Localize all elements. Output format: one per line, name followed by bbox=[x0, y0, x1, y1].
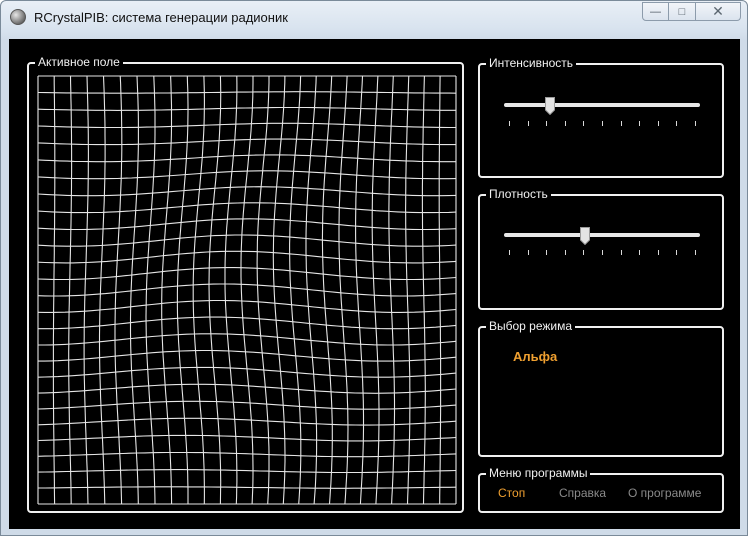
grid-line-vertical bbox=[114, 75, 123, 505]
density-tick bbox=[695, 250, 696, 255]
minimize-icon: — bbox=[650, 5, 661, 18]
density-tick bbox=[621, 250, 622, 255]
density-label: Плотность bbox=[486, 187, 551, 201]
grid-line-horizontal bbox=[37, 186, 457, 197]
grid-line-vertical bbox=[192, 75, 205, 505]
density-tick bbox=[658, 250, 659, 255]
grid-line-horizontal bbox=[37, 122, 456, 129]
grid-line-vertical bbox=[272, 75, 286, 505]
app-window: RCrystalPIB: система генерации радионик … bbox=[0, 0, 748, 536]
mode-group: Выбор режима Альфа bbox=[478, 319, 724, 457]
density-slider-track[interactable] bbox=[504, 233, 700, 237]
window-title: RCrystalPIB: система генерации радионик bbox=[34, 10, 288, 25]
density-slider-thumb[interactable] bbox=[580, 227, 591, 245]
grid-line-horizontal bbox=[37, 234, 457, 247]
grid-line-vertical bbox=[371, 75, 380, 505]
intensity-tick bbox=[565, 121, 566, 126]
intensity-tick bbox=[639, 121, 640, 126]
grid-line-horizontal bbox=[37, 417, 457, 426]
grid-line-vertical bbox=[256, 76, 270, 505]
grid-line-vertical bbox=[161, 75, 173, 505]
grid-line-vertical bbox=[421, 75, 426, 505]
intensity-label: Интенсивность bbox=[486, 56, 577, 70]
intensity-tick bbox=[546, 121, 547, 126]
minimize-button[interactable]: — bbox=[642, 2, 669, 21]
intensity-tick bbox=[602, 121, 603, 126]
about-button[interactable]: О программе bbox=[628, 486, 701, 500]
menu-label: Меню программы bbox=[486, 466, 591, 480]
grid-line-horizontal bbox=[38, 486, 457, 489]
title-bar[interactable]: RCrystalPIB: система генерации радионик … bbox=[1, 1, 747, 33]
intensity-tick bbox=[621, 121, 622, 126]
intensity-tick bbox=[583, 121, 584, 126]
grid-line-vertical bbox=[83, 75, 89, 505]
help-button[interactable]: Справка bbox=[559, 486, 606, 500]
intensity-group: Интенсивность bbox=[478, 56, 724, 178]
menu-group: Меню программы Стоп Справка О программе bbox=[478, 466, 724, 513]
intensity-tick bbox=[676, 121, 677, 126]
grid-line-vertical bbox=[355, 75, 365, 505]
grid-line-horizontal bbox=[37, 434, 457, 442]
grid-line-vertical bbox=[176, 75, 189, 504]
stop-button[interactable]: Стоп bbox=[498, 486, 525, 500]
active-field-label: Активное поле bbox=[35, 55, 123, 69]
grid-line-horizontal bbox=[37, 202, 457, 214]
grid-line-vertical bbox=[145, 75, 156, 505]
client-area: Активное поле Интенсивность Плотность Вы… bbox=[9, 39, 740, 529]
maximize-icon: □ bbox=[678, 5, 686, 18]
density-group: Плотность bbox=[478, 187, 724, 310]
intensity-slider-track[interactable] bbox=[504, 103, 700, 107]
density-tick bbox=[565, 250, 566, 255]
mode-alpha-item[interactable]: Альфа bbox=[513, 349, 557, 364]
grid-line-horizontal bbox=[37, 154, 456, 163]
grid-line-horizontal bbox=[37, 138, 456, 146]
close-button[interactable]: ✕ bbox=[696, 2, 741, 21]
maximize-button[interactable]: □ bbox=[669, 2, 696, 21]
intensity-ticks bbox=[509, 121, 696, 127]
density-tick bbox=[583, 250, 584, 255]
density-tick bbox=[509, 250, 510, 255]
intensity-slider-thumb[interactable] bbox=[544, 97, 555, 115]
intensity-tick bbox=[528, 121, 529, 126]
grid-line-vertical bbox=[388, 75, 396, 505]
density-ticks bbox=[509, 250, 696, 256]
grid-line-vertical bbox=[98, 75, 106, 505]
intensity-tick bbox=[509, 121, 510, 126]
grid-line-horizontal bbox=[37, 91, 457, 94]
window-controls: — □ ✕ bbox=[642, 2, 741, 22]
density-tick bbox=[676, 250, 677, 255]
grid-line-vertical bbox=[438, 75, 442, 504]
grid-line-horizontal bbox=[37, 218, 457, 231]
grid-line-horizontal bbox=[37, 299, 457, 313]
grid-line-horizontal bbox=[37, 106, 456, 111]
grid-line-horizontal bbox=[38, 316, 457, 330]
mode-label: Выбор режима bbox=[486, 319, 576, 333]
density-tick bbox=[546, 250, 547, 255]
active-field-grid[interactable] bbox=[32, 70, 462, 510]
intensity-tick bbox=[658, 121, 659, 126]
app-icon[interactable] bbox=[10, 9, 26, 25]
density-tick bbox=[639, 250, 640, 255]
active-field-group: Активное поле bbox=[27, 55, 464, 513]
density-tick bbox=[528, 250, 529, 255]
intensity-tick bbox=[695, 121, 696, 126]
density-tick bbox=[602, 250, 603, 255]
close-icon: ✕ bbox=[712, 3, 724, 19]
grid-line-horizontal bbox=[37, 250, 457, 264]
